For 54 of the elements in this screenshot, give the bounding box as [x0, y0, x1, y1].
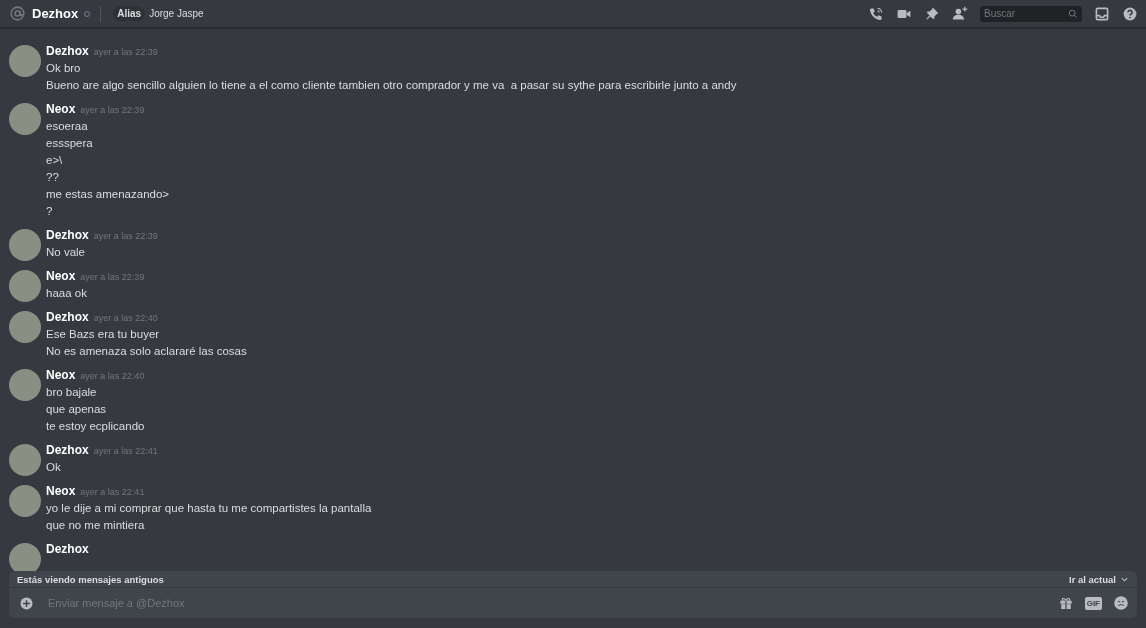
message-text: que no me mintiera	[46, 518, 146, 533]
username[interactable]: Dezhox	[46, 310, 89, 324]
avatar[interactable]	[9, 103, 41, 135]
avatar[interactable]	[9, 485, 41, 517]
message-text: e>\	[46, 153, 64, 168]
alias-name: Jorge Jaspe	[149, 8, 204, 19]
username[interactable]: Neox	[46, 368, 76, 382]
message-text: Ese Bazs era tu buyer	[46, 327, 161, 342]
message-text: No es amenaza solo aclararé las cosas	[46, 344, 247, 359]
message-text: bro bajale	[46, 385, 98, 400]
add-icon[interactable]	[19, 595, 34, 611]
avatar[interactable]	[9, 270, 41, 302]
message-text: me estas amenazando>	[46, 187, 170, 202]
username[interactable]: Dezhox	[46, 542, 89, 556]
add-user-icon[interactable]	[952, 5, 968, 22]
avatar[interactable]	[9, 311, 41, 343]
phone-icon[interactable]	[868, 5, 884, 22]
message-text: No vale	[46, 245, 86, 260]
username[interactable]: Dezhox	[46, 443, 89, 457]
message-text: yo le dije a mi comprar que hasta tu me compartistes la pantalla	[46, 501, 372, 516]
inbox-icon[interactable]	[1094, 5, 1110, 22]
message-text: Ok	[46, 460, 62, 475]
help-icon[interactable]	[1122, 5, 1138, 22]
search-input[interactable]: Buscar	[984, 8, 1068, 19]
emoji-icon[interactable]	[1113, 595, 1129, 611]
message-text: haaa ok	[46, 286, 88, 301]
message-text: ??	[46, 170, 60, 185]
username[interactable]: Neox	[46, 269, 76, 283]
message-text: te estoy ecplicando	[46, 419, 145, 434]
message-text: que apenas	[46, 402, 108, 417]
username[interactable]: Dezhox	[46, 44, 89, 58]
banner-text: Estás viendo mensajes antiguos	[17, 573, 165, 585]
pin-icon[interactable]	[924, 5, 940, 22]
alias-tag: Alias	[113, 6, 146, 21]
gift-icon[interactable]	[1057, 595, 1074, 611]
at-sign-icon	[9, 5, 26, 22]
gif-button[interactable]: GIF	[1084, 596, 1102, 610]
message-text: Bueno are algo sencillo alguien lo tiene a el como cliente tambien otro comprador y me va a pasar su sythe para escribirle junto a andy	[46, 78, 737, 93]
channel-name: Dezhox	[32, 6, 79, 21]
avatar[interactable]	[9, 444, 41, 476]
search-icon	[1068, 8, 1078, 19]
avatar[interactable]	[9, 229, 41, 261]
message-text: ?	[46, 204, 54, 219]
username[interactable]: Dezhox	[46, 228, 89, 242]
avatar[interactable]	[9, 45, 41, 77]
jump-to-present-link[interactable]: Ir al actual	[1069, 573, 1129, 585]
message-text: essspera	[46, 136, 94, 151]
username[interactable]: Neox	[46, 484, 76, 498]
username[interactable]: Neox	[46, 102, 76, 116]
search-field[interactable]: Buscar	[980, 5, 1082, 22]
message-text: Ok bro	[46, 61, 82, 76]
message-text: esoeraa	[46, 119, 89, 134]
avatar[interactable]	[9, 543, 41, 571]
avatar[interactable]	[9, 369, 41, 401]
